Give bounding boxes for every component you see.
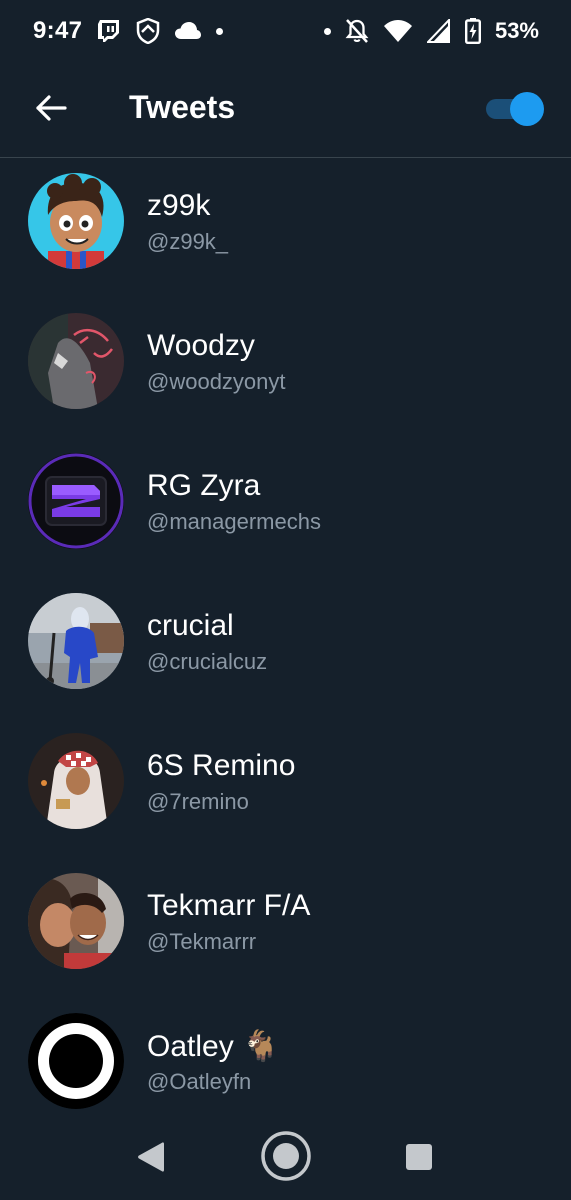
home-circle-icon bbox=[260, 1130, 312, 1187]
twitch-icon bbox=[96, 18, 122, 44]
user-row[interactable]: crucial @crucialcuz bbox=[0, 579, 571, 719]
user-handle: @Oatleyfn bbox=[147, 1069, 252, 1094]
nav-back-button[interactable] bbox=[134, 1141, 168, 1178]
battery-charging-icon bbox=[464, 18, 481, 44]
dot-icon bbox=[323, 27, 331, 35]
person-photo-avatar[interactable] bbox=[28, 733, 124, 829]
status-bar: 9:47 53% bbox=[0, 0, 571, 62]
dot-icon bbox=[216, 27, 224, 35]
toggle-knob bbox=[510, 92, 544, 126]
neon-sign-avatar[interactable] bbox=[28, 313, 124, 409]
display-name: Tekmarr F/A bbox=[147, 889, 311, 922]
page-title: Tweets bbox=[129, 89, 236, 125]
square-recents-icon bbox=[405, 1143, 433, 1176]
display-name: Oatley 🐐 bbox=[147, 1030, 280, 1063]
cartoon-avatar[interactable] bbox=[28, 173, 124, 269]
user-row[interactable]: z99k @z99k_ bbox=[0, 159, 571, 299]
user-handle: @crucialcuz bbox=[147, 649, 268, 674]
user-handle: @z99k_ bbox=[147, 229, 229, 254]
display-name: z99k bbox=[147, 189, 211, 222]
nav-recents-button[interactable] bbox=[404, 1143, 434, 1176]
status-bar-left: 9:47 bbox=[33, 17, 224, 45]
navigation-bar bbox=[0, 1118, 571, 1200]
display-name: Woodzy bbox=[147, 329, 255, 362]
display-name: RG Zyra bbox=[147, 469, 261, 502]
person-photo-avatar[interactable] bbox=[28, 873, 124, 969]
user-handle: @7remino bbox=[147, 789, 249, 814]
purple-logo-avatar[interactable] bbox=[28, 453, 124, 549]
arrow-left-icon bbox=[35, 94, 67, 127]
user-row[interactable]: Woodzy @woodzyonyt bbox=[0, 299, 571, 439]
user-row[interactable]: Tekmarr F/A @Tekmarrr bbox=[0, 859, 571, 999]
user-list: z99k @z99k_ Woodzy @woodzyonyt RG Zyra @… bbox=[0, 159, 571, 1139]
app-header: Tweets bbox=[0, 62, 571, 158]
triangle-back-icon bbox=[136, 1141, 166, 1178]
user-handle: @woodzyonyt bbox=[147, 369, 286, 394]
back-button[interactable] bbox=[33, 92, 69, 128]
shield-icon bbox=[136, 18, 160, 44]
battery-percentage: 53% bbox=[494, 18, 539, 43]
user-row[interactable]: RG Zyra @managermechs bbox=[0, 439, 571, 579]
nav-home-button[interactable] bbox=[260, 1130, 312, 1187]
wifi-icon bbox=[383, 19, 413, 43]
ring-logo-avatar[interactable] bbox=[28, 1013, 124, 1109]
user-row[interactable]: 6S Remino @7remino bbox=[0, 719, 571, 859]
status-bar-right: 53% bbox=[323, 18, 539, 44]
notifications-toggle[interactable] bbox=[486, 92, 544, 126]
person-photo-avatar[interactable] bbox=[28, 593, 124, 689]
notifications-off-icon bbox=[345, 18, 369, 44]
status-time: 9:47 bbox=[33, 17, 83, 44]
display-name: crucial bbox=[147, 609, 234, 642]
signal-icon bbox=[426, 19, 451, 43]
cloud-icon bbox=[174, 21, 202, 41]
display-name: 6S Remino bbox=[147, 749, 296, 782]
user-handle: @managermechs bbox=[147, 509, 321, 534]
user-handle: @Tekmarrr bbox=[147, 929, 257, 954]
